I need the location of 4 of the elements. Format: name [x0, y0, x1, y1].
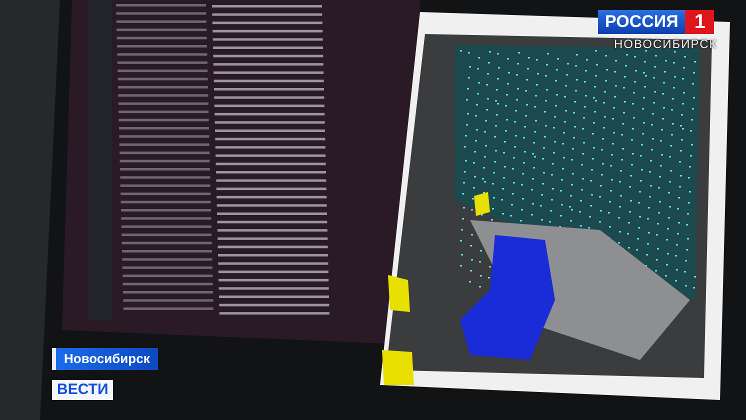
channel-logo-number: 1: [685, 10, 714, 34]
location-caption: Новосибирск: [52, 348, 158, 370]
channel-logo-name: РОССИЯ: [598, 10, 686, 34]
program-logo: ВЕСТИ: [52, 380, 114, 400]
